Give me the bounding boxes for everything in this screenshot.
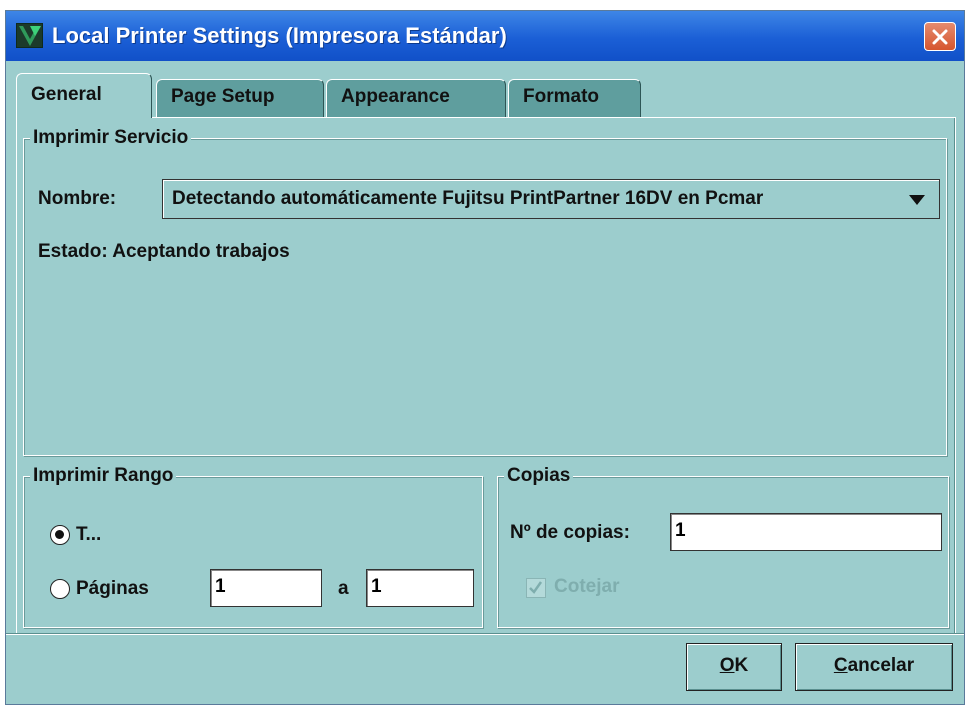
ok-button[interactable]: OK	[686, 643, 782, 691]
print-service-legend: Imprimir Servicio	[30, 126, 192, 150]
status-row: Estado: Aceptando trabajos	[38, 241, 290, 263]
tab-formato[interactable]: Formato	[508, 79, 641, 117]
all-pages-radio[interactable]	[50, 525, 70, 545]
pages-label[interactable]: Páginas	[76, 578, 149, 600]
print-service-group: Imprimir Servicio Nombre: Detectando aut…	[23, 126, 947, 456]
cancel-button[interactable]: Cancelar	[795, 643, 953, 691]
printer-name-select[interactable]: Detectando automáticamente Fujitsu Print…	[162, 179, 940, 219]
to-page-input[interactable]: 1	[366, 569, 474, 607]
tab-appearance[interactable]: Appearance	[326, 79, 506, 117]
printer-settings-dialog: Local Printer Settings (Impresora Estánd…	[5, 10, 965, 705]
to-label: a	[338, 578, 349, 599]
print-range-group: Imprimir Rango T... Páginas 1 a 1	[23, 464, 483, 628]
ok-label: K	[734, 655, 749, 676]
print-range-legend: Imprimir Rango	[30, 464, 177, 488]
tab-general[interactable]: General	[16, 73, 152, 118]
name-label: Nombre:	[38, 188, 117, 209]
tab-page-setup[interactable]: Page Setup	[156, 79, 324, 117]
collate-label: Cotejar	[554, 576, 620, 597]
status-value: Aceptando trabajos	[112, 241, 290, 262]
tab-strip: General Page Setup Appearance Formato	[16, 73, 956, 118]
from-page-input[interactable]: 1	[210, 569, 322, 607]
copies-group: Copias Nº de copias: 1 Cotejar	[497, 464, 949, 628]
title-bar[interactable]: Local Printer Settings (Impresora Estánd…	[6, 11, 964, 61]
all-pages-label[interactable]: T...	[76, 524, 101, 546]
checkmark-icon	[529, 581, 543, 594]
general-panel: Imprimir Servicio Nombre: Detectando aut…	[16, 117, 956, 635]
close-button[interactable]	[924, 22, 956, 51]
cancel-label: ancelar	[847, 655, 915, 676]
footer-divider	[6, 633, 964, 635]
window-title: Local Printer Settings (Impresora Estánd…	[52, 23, 507, 48]
ok-mnemonic: O	[719, 655, 735, 676]
app-logo-icon	[16, 23, 43, 48]
cancel-mnemonic: C	[833, 655, 848, 676]
copies-legend: Copias	[504, 464, 574, 488]
close-icon	[932, 29, 948, 45]
copies-count-label: Nº de copias:	[510, 522, 630, 543]
chevron-down-icon	[909, 195, 925, 205]
collate-checkbox[interactable]	[526, 578, 546, 598]
status-label: Estado:	[38, 241, 108, 262]
copies-count-input[interactable]: 1	[670, 513, 942, 551]
printer-name-value: Detectando automáticamente Fujitsu Print…	[172, 188, 764, 209]
pages-radio[interactable]	[50, 579, 70, 599]
